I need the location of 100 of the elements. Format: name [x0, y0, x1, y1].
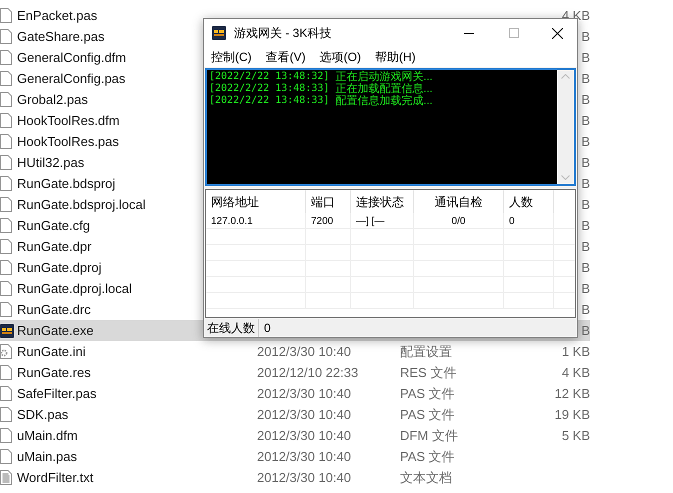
file-size: 1 KB — [562, 342, 590, 361]
document-icon — [0, 449, 12, 464]
file-size: B — [581, 196, 590, 214]
table-cell: 7200 — [306, 213, 351, 229]
application-icon — [0, 324, 14, 338]
column-header[interactable]: 端口 — [306, 190, 351, 213]
document-icon — [0, 428, 12, 443]
file-type: DFM 文件 — [400, 428, 458, 443]
scroll-down-icon[interactable] — [561, 175, 570, 180]
file-size: B — [581, 48, 590, 67]
file-name: HookToolRes.dfm — [17, 112, 120, 130]
file-name: HookToolRes.pas — [17, 132, 119, 151]
file-row[interactable]: uMain.dfm 2012/3/30 10:40 DFM 文件 5 KB — [0, 425, 590, 446]
scrollbar[interactable] — [557, 70, 574, 184]
table-cell: 0 — [504, 213, 554, 229]
file-row[interactable]: RunGate.ini 2012/3/30 10:40 配置设置 1 KB — [0, 341, 590, 362]
file-name: WordFilter.txt — [17, 468, 94, 487]
file-date: 2012/3/30 10:40 — [257, 470, 351, 485]
file-name: RunGate.bdsproj.local — [17, 196, 146, 214]
file-type: RES 文件 — [400, 364, 456, 380]
table-cell: 127.0.0.1 — [206, 213, 306, 229]
file-name: RunGate.dproj — [17, 258, 102, 277]
file-size: 5 KB — [562, 426, 590, 445]
file-date: 2012/3/30 10:40 — [257, 344, 351, 359]
file-type: 配置设置 — [400, 344, 452, 359]
file-row[interactable]: SDK.pas 2012/3/30 10:40 PAS 文件 19 KB — [0, 404, 590, 425]
file-name: SDK.pas — [17, 406, 68, 424]
file-size: B — [581, 174, 590, 193]
file-type: PAS 文件 — [400, 448, 455, 464]
column-header[interactable]: 人数 — [504, 190, 554, 213]
file-size: B — [581, 238, 590, 256]
file-row[interactable]: RunGate.res 2012/12/10 22:33 RES 文件 4 KB — [0, 362, 590, 383]
file-size: B — [581, 132, 590, 151]
log-message: 正在启动游戏网关... — [335, 71, 433, 83]
file-size: B — [581, 28, 590, 46]
scroll-up-icon[interactable] — [561, 74, 570, 79]
file-size: B — [581, 322, 590, 340]
document-icon — [0, 365, 12, 380]
file-name: RunGate.bdsproj — [17, 174, 116, 193]
table-cell: —] [— — [351, 213, 414, 229]
file-size: B — [581, 258, 590, 277]
menu-item[interactable]: 控制(C) — [211, 48, 252, 66]
file-size: B — [581, 90, 590, 109]
file-name: RunGate.ini — [17, 342, 86, 361]
minimize-icon[interactable] — [464, 32, 474, 34]
file-size: 4 KB — [562, 364, 590, 382]
file-size: B — [581, 280, 590, 298]
close-icon[interactable] — [552, 28, 563, 38]
file-date: 2012/3/30 10:40 — [257, 406, 351, 422]
file-size: 19 KB — [554, 406, 590, 424]
status-label: 在线人数 — [204, 318, 259, 336]
file-size: B — [581, 112, 590, 130]
maximize-icon[interactable] — [509, 28, 519, 38]
file-size: B — [581, 216, 590, 235]
log-message: 正在加载配置信息... — [335, 83, 433, 95]
file-date: 2012/12/10 22:33 — [257, 364, 358, 380]
file-name: uMain.pas — [17, 448, 77, 466]
table-cell: 0/0 — [414, 213, 504, 229]
file-size: B — [581, 70, 590, 88]
column-header[interactable]: 网络地址 — [206, 190, 306, 213]
file-name: SafeFilter.pas — [17, 384, 96, 403]
file-name: RunGate.drc — [17, 300, 91, 319]
file-date: 2012/3/30 10:40 — [257, 428, 351, 443]
file-name: RunGate.dproj.local — [17, 280, 132, 298]
document-icon — [0, 407, 12, 422]
column-header[interactable]: 通讯自检 — [414, 190, 504, 213]
log-time: [2022/2/22 13:48:33] — [209, 83, 330, 95]
log-time: [2022/2/22 13:48:32] — [209, 71, 330, 83]
file-name: RunGate.dpr — [17, 238, 92, 256]
file-row[interactable]: SafeFilter.pas 2012/3/30 10:40 PAS 文件 12 KB — [0, 383, 590, 404]
window-title: 游戏网关 - 3K科技 — [234, 25, 332, 42]
file-name: EnPacket.pas — [17, 6, 98, 25]
menu-item[interactable]: 查看(V) — [266, 48, 306, 66]
document-icon — [0, 8, 12, 23]
menu-item[interactable]: 选项(O) — [320, 48, 361, 66]
log-time: [2022/2/22 13:48:33] — [209, 95, 330, 107]
file-name: RunGate.res — [17, 364, 91, 382]
file-type: 文本文档 — [400, 470, 452, 485]
file-size: 12 KB — [554, 384, 590, 403]
file-date: 2012/3/30 10:40 — [257, 386, 351, 401]
file-name: Grobal2.pas — [17, 90, 88, 109]
app-logo-icon — [212, 26, 226, 40]
file-name: HUtil32.pas — [17, 154, 84, 172]
settings-file-icon — [0, 344, 12, 359]
file-name: GateShare.pas — [17, 28, 104, 46]
file-type: PAS 文件 — [400, 386, 455, 401]
column-header[interactable]: 连接状态 — [351, 190, 414, 213]
file-name: RunGate.exe — [17, 322, 94, 340]
file-name: RunGate.cfg — [17, 216, 90, 235]
file-size: B — [581, 154, 590, 172]
file-size: B — [581, 300, 590, 319]
file-name: GeneralConfig.pas — [17, 70, 126, 88]
file-type: PAS 文件 — [400, 406, 455, 422]
menu-item[interactable]: 帮助(H) — [375, 48, 416, 66]
file-date: 2012/3/30 10:40 — [257, 448, 351, 464]
file-name: GeneralConfig.dfm — [17, 48, 126, 67]
file-name: uMain.dfm — [17, 426, 78, 445]
log-message: 配置信息加载完成... — [335, 95, 433, 107]
text-document-icon — [0, 470, 12, 485]
status-value: 0 — [263, 320, 272, 336]
